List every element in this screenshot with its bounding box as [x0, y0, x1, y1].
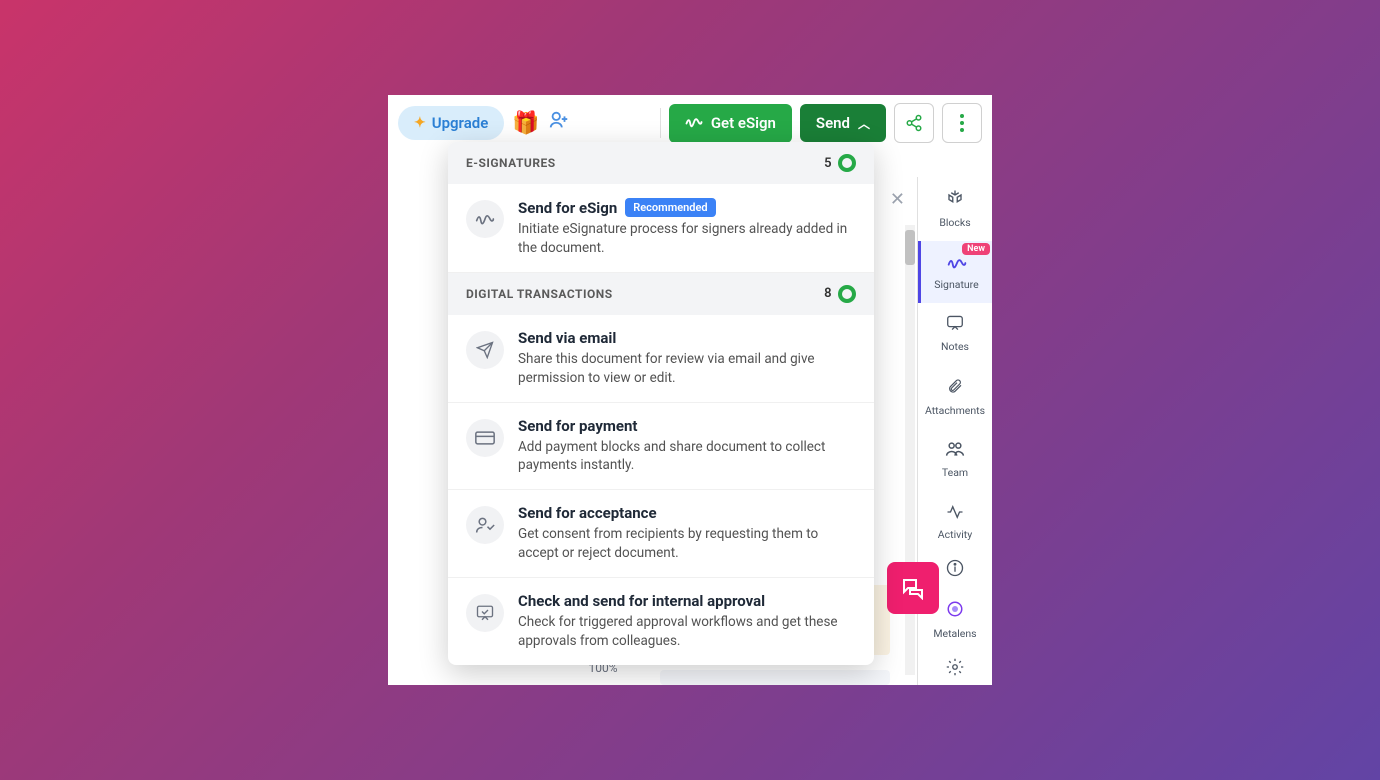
ring-icon [838, 154, 856, 172]
approval-icon [466, 594, 504, 632]
more-button[interactable] [942, 103, 982, 143]
item-title: Check and send for internal approval [518, 592, 765, 610]
ring-icon [838, 285, 856, 303]
send-for-esign-item[interactable]: Send for eSign Recommended Initiate eSig… [448, 184, 874, 273]
item-desc: Check for triggered approval workflows a… [518, 613, 856, 651]
upgrade-label: Upgrade [432, 114, 489, 132]
metalens-icon [946, 600, 964, 623]
new-badge: New [962, 243, 990, 255]
send-dropdown: E-SIGNATURES 5 Send for eSign Recommende… [448, 142, 874, 665]
signature-icon [947, 253, 967, 274]
sparkle-icon: ✦ [414, 115, 426, 131]
digital-transactions-label: DIGITAL TRANSACTIONS [466, 287, 613, 301]
send-for-acceptance-item[interactable]: Send for acceptance Get consent from rec… [448, 490, 874, 578]
user-check-icon [466, 506, 504, 544]
share-button[interactable] [894, 103, 934, 143]
team-icon [945, 441, 965, 462]
item-title: Send for eSign [518, 199, 617, 217]
sidebar-label: Team [942, 466, 968, 479]
app-window: ✦ Upgrade 🎁 Get eSign Send ︿ ✕ [388, 95, 992, 685]
blocks-icon [946, 189, 964, 212]
sidebar-label: Notes [941, 340, 969, 353]
upgrade-button[interactable]: ✦ Upgrade [398, 106, 504, 140]
gear-icon [946, 658, 964, 681]
sidebar-label: Metalens [933, 627, 976, 640]
signature-icon [685, 114, 703, 133]
item-title: Send via email [518, 329, 616, 347]
info-icon [946, 559, 964, 582]
activity-icon [946, 503, 964, 524]
notes-icon [946, 315, 964, 336]
sidebar-item-signature[interactable]: New Signature [918, 241, 992, 303]
sidebar-item-activity[interactable]: Activity [918, 491, 992, 553]
sidebar-label: Blocks [939, 216, 970, 229]
add-user-icon[interactable] [548, 109, 570, 137]
esignatures-label: E-SIGNATURES [466, 156, 556, 170]
chevron-up-icon: ︿ [858, 115, 870, 132]
get-esign-label: Get eSign [711, 114, 776, 132]
payment-icon [466, 419, 504, 457]
item-title: Send for acceptance [518, 504, 657, 522]
send-for-payment-item[interactable]: Send for payment Add payment blocks and … [448, 403, 874, 491]
get-esign-button[interactable]: Get eSign [669, 104, 792, 143]
digital-transactions-header: DIGITAL TRANSACTIONS 8 [448, 273, 874, 315]
chat-fab[interactable] [887, 562, 939, 614]
sidebar-label: Activity [938, 528, 972, 541]
item-desc: Add payment blocks and share document to… [518, 438, 856, 476]
item-desc: Share this document for review via email… [518, 350, 856, 388]
digital-transactions-count: 8 [824, 285, 856, 303]
send-via-email-item[interactable]: Send via email Share this document for r… [448, 315, 874, 403]
send-button[interactable]: Send ︿ [800, 104, 886, 142]
toolbar-divider [660, 108, 661, 138]
send-label: Send [816, 114, 850, 132]
canvas-block-bg2 [660, 670, 890, 685]
recommended-badge: Recommended [625, 198, 715, 217]
paperclip-icon [947, 377, 963, 400]
close-icon[interactable]: ✕ [890, 189, 905, 210]
sidebar-label: Attachments [925, 404, 985, 417]
paper-plane-icon [466, 331, 504, 369]
sidebar-item-settings[interactable] [918, 652, 992, 685]
esignatures-header: E-SIGNATURES 5 [448, 142, 874, 184]
internal-approval-item[interactable]: Check and send for internal approval Che… [448, 578, 874, 665]
sidebar-item-notes[interactable]: Notes [918, 303, 992, 365]
sidebar-label: Signature [934, 278, 978, 291]
esignatures-count: 5 [824, 154, 856, 172]
item-desc: Get consent from recipients by requestin… [518, 525, 856, 563]
signature-icon [466, 200, 504, 238]
item-desc: Initiate eSignature process for signers … [518, 220, 856, 258]
scrollbar-thumb[interactable] [905, 230, 915, 265]
sidebar-item-blocks[interactable]: Blocks [918, 177, 992, 241]
sidebar-item-attachments[interactable]: Attachments [918, 365, 992, 429]
gift-icon[interactable]: 🎁 [512, 111, 539, 136]
item-title: Send for payment [518, 417, 637, 435]
sidebar-item-team[interactable]: Team [918, 429, 992, 491]
